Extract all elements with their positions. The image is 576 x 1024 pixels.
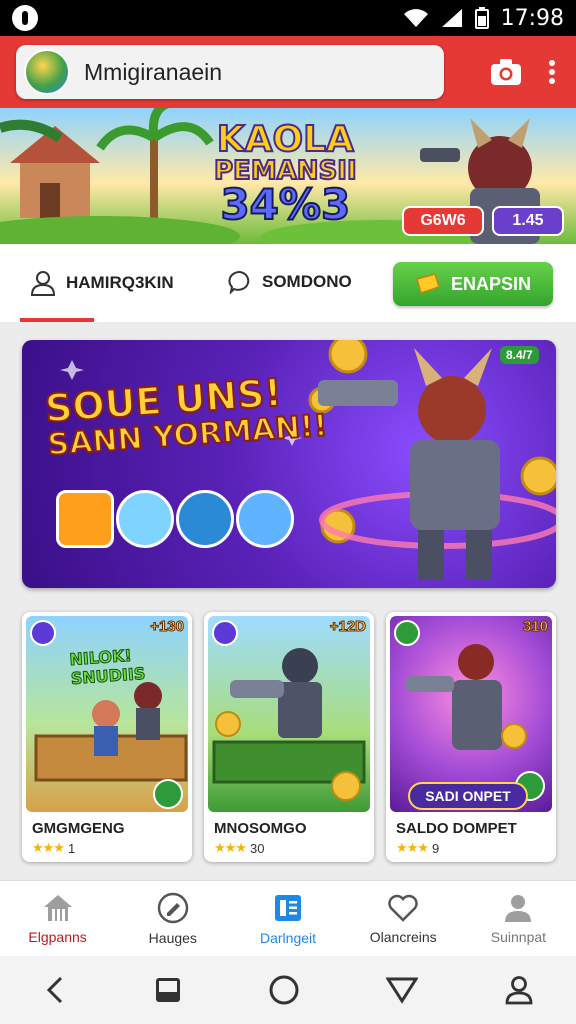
card-chip-icon <box>30 620 56 646</box>
primary-action-label: ENAPSIN <box>450 273 531 294</box>
person-icon <box>505 894 532 922</box>
primary-action-button[interactable]: ENAPSIN <box>393 262 553 306</box>
promo-item-row <box>56 490 294 548</box>
card-rating: ★★★ 30 <box>214 840 264 856</box>
card-art-text: NILOK! SNUDIIS <box>68 645 146 689</box>
nav-favorites-label: Olancreins <box>369 928 437 945</box>
tab-profile-label: HAMIRQ3KIN <box>66 273 174 292</box>
nav-edit[interactable]: Hauges <box>115 881 230 956</box>
sword-item-icon[interactable] <box>236 490 294 548</box>
game-card[interactable]: 310 SADI ONPET SALDO DOMPET ★★★ 9 <box>386 612 556 862</box>
hero-red-badge[interactable]: G6W6 <box>402 206 484 236</box>
card-rating: ★★★ 1 <box>32 840 75 856</box>
star-rating-icon: ★★★ <box>32 840 65 855</box>
app-search-bar[interactable]: Mmigiranaein <box>16 45 444 99</box>
star-rating-icon: ★★★ <box>214 840 247 855</box>
card-title: SALDO DOMPET <box>396 820 517 837</box>
card-chip-icon <box>394 620 420 646</box>
battery-icon <box>474 7 489 29</box>
hero-purple-badge[interactable]: 1.45 <box>492 206 564 236</box>
home-icon <box>43 894 72 921</box>
nav-profile[interactable]: Suinnpat <box>461 881 576 956</box>
triangle-icon[interactable] <box>386 976 419 1004</box>
signal-icon <box>441 9 462 27</box>
tab-profile[interactable]: HAMIRQ3KIN <box>30 270 174 296</box>
back-icon[interactable] <box>43 975 67 1005</box>
game-card[interactable]: +12D MNOSOMGO ★★★ 30 <box>204 612 374 862</box>
nav-profile-label: Suinnpat <box>490 928 547 945</box>
chat-bubble-icon <box>228 271 250 294</box>
arrow-item-icon[interactable] <box>56 490 114 548</box>
tab-chat-label: SOMDONO <box>262 272 352 291</box>
recents-icon[interactable] <box>154 976 182 1004</box>
avatar[interactable] <box>24 49 70 95</box>
heart-icon <box>388 894 418 922</box>
system-nav-bar <box>0 956 576 1024</box>
camera-icon[interactable] <box>490 58 522 86</box>
card-rating: ★★★ 9 <box>396 840 439 856</box>
account-icon[interactable] <box>505 975 533 1005</box>
book-icon <box>275 894 301 921</box>
gem-item-icon[interactable] <box>116 490 174 548</box>
active-tab-indicator <box>20 318 94 322</box>
card-price: +130 <box>150 618 185 636</box>
hero-title-line1: KAOLA <box>216 119 355 160</box>
card-title: GMGMGENG <box>32 820 125 837</box>
person-outline-icon <box>30 271 56 296</box>
promo-badge: 8.4/7 <box>500 346 539 364</box>
hero-title: KAOLA PEMANSII 34%3 <box>213 119 358 229</box>
notification-icon <box>12 5 38 31</box>
hammer-item-icon[interactable] <box>176 490 234 548</box>
home-circle-icon[interactable] <box>268 974 300 1006</box>
card-title: MNOSOMGO <box>214 820 307 837</box>
card-rating-text: 30 <box>249 840 265 856</box>
app-screen: 17:98 Mmigiranaein KAOLA PEMANSII 34%3 G… <box>0 0 576 1024</box>
card-image: NILOK! SNUDIIS <box>26 616 188 812</box>
nav-favorites[interactable]: Olancreins <box>346 881 461 956</box>
card-chip-icon <box>212 620 238 646</box>
bottom-nav: Elgpanns Hauges Darlngeit Olancreins Sui… <box>0 880 576 956</box>
edit-icon <box>157 892 189 923</box>
tabs-row: HAMIRQ3KIN SOMDONO ENAPSIN <box>0 244 576 322</box>
wifi-icon <box>403 9 428 27</box>
card-banner: SADI ONPET <box>408 782 528 810</box>
hero-banner[interactable]: KAOLA PEMANSII 34%3 G6W6 1.45 <box>0 108 576 244</box>
status-bar: 17:98 <box>0 0 576 36</box>
hero-title-line3: 34%3 <box>219 180 351 229</box>
card-image <box>208 616 370 812</box>
nav-book-label: Darlngeit <box>259 929 317 946</box>
card-price: +12D <box>329 618 366 636</box>
app-bar: Mmigiranaein <box>0 36 576 108</box>
status-time: 17:98 <box>500 5 564 31</box>
star-rating-icon: ★★★ <box>396 840 429 855</box>
tab-chat[interactable]: SOMDONO <box>228 270 352 294</box>
card-rating-text: 1 <box>67 840 76 856</box>
nav-edit-label: Hauges <box>148 929 197 946</box>
promo-banner[interactable]: SOUE UNS! SANN YORMAN!! 8.4/7 <box>22 340 556 588</box>
nav-book[interactable]: Darlngeit <box>230 881 345 956</box>
card-rating-text: 9 <box>431 840 440 856</box>
game-card[interactable]: NILOK! SNUDIIS +130 GMGMGENG ★★★ 1 <box>22 612 192 862</box>
ticket-icon <box>416 273 440 294</box>
nav-home[interactable]: Elgpanns <box>0 881 115 956</box>
more-vert-icon[interactable] <box>548 59 556 85</box>
app-title: Mmigiranaein <box>84 58 223 85</box>
card-price: 310 <box>522 618 548 636</box>
nav-home-label: Elgpanns <box>28 928 87 945</box>
